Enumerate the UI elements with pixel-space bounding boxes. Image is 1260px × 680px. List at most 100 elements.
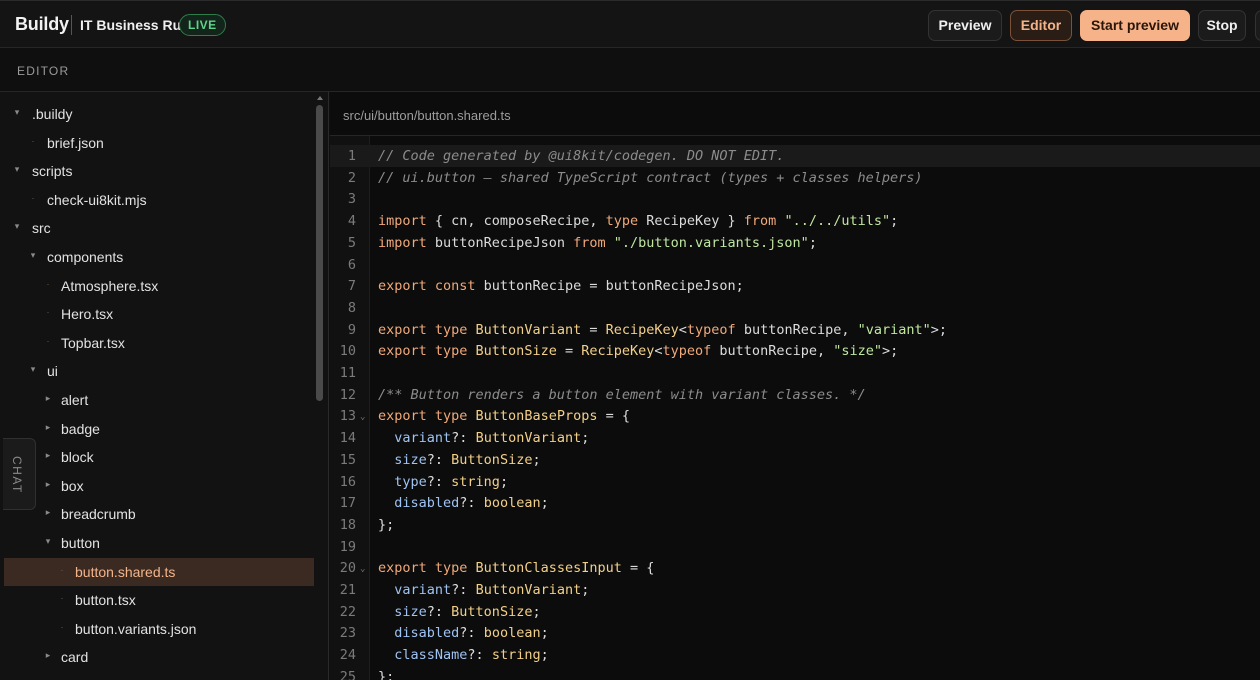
chat-tab[interactable]: CHAT (3, 438, 36, 510)
tree-folder[interactable]: ▾ button (4, 529, 314, 557)
line-number: 1 (347, 148, 356, 164)
preview-button[interactable]: Preview (928, 10, 1002, 41)
tree-item-label: block (61, 449, 94, 466)
code-token: "variant" (857, 321, 931, 338)
tree-folder[interactable]: ▾ components (4, 243, 314, 271)
code-line[interactable]: 4 import { cn, composeRecipe, type Recipe… (330, 210, 1260, 232)
caret-down-icon[interactable]: ▾ (12, 107, 22, 118)
code-line[interactable]: 22 size?: ButtonSize; (330, 601, 1260, 623)
tree-folder[interactable]: ▸ breadcrumb (4, 500, 314, 528)
scrollbar-thumb[interactable] (316, 105, 323, 401)
tree-file[interactable]: · button.variants.json (4, 615, 314, 643)
code-line[interactable]: 1 // Code generated by @ui8kit/codegen. D… (330, 145, 1260, 167)
tree-file[interactable]: · Topbar.tsx (4, 329, 314, 357)
caret-down-icon[interactable]: ▾ (28, 364, 38, 375)
tree-folder[interactable]: ▸ badge (4, 415, 314, 443)
line-number: 14 (339, 430, 356, 447)
code-line[interactable]: 15 size?: ButtonSize; (330, 449, 1260, 471)
caret-right-icon[interactable]: ▸ (43, 393, 53, 404)
line-number: 13 (339, 408, 356, 425)
caret-right-icon[interactable]: ▸ (43, 479, 53, 490)
caret-right-icon[interactable]: ▸ (43, 450, 53, 461)
code-token: ?: (426, 603, 452, 620)
code-line[interactable]: 6 (330, 254, 1260, 276)
line-number: 24 (339, 647, 356, 664)
code-token: ?: (459, 495, 484, 512)
tree-folder[interactable]: ▾ scripts (4, 157, 314, 185)
tree-file[interactable]: · Atmosphere.tsx (4, 272, 314, 300)
line-number: 11 (339, 365, 356, 381)
code-token: = (581, 321, 606, 338)
brand-logo[interactable]: Buildy (15, 14, 69, 35)
code-token: from (573, 234, 606, 251)
dot-icon: · (31, 135, 35, 146)
tree-file[interactable]: · check-ui8kit.mjs (4, 186, 314, 214)
line-number: 9 (347, 321, 356, 338)
scroll-up-icon[interactable] (317, 96, 323, 100)
code-token: ButtonVariant (475, 582, 582, 598)
code-line[interactable]: 9 export type ButtonVariant = RecipeKey<t… (330, 319, 1260, 341)
status-badge: LIVE (179, 14, 226, 36)
code-editor[interactable]: src/ui/button/button.shared.ts 1 // Code … (330, 92, 1260, 680)
code-token: export type (378, 408, 468, 425)
tree-folder[interactable]: ▸ box (4, 472, 314, 500)
code-text: size?: ButtonSize; (378, 449, 540, 471)
file-tree-scrollbar[interactable] (315, 94, 325, 680)
code-line[interactable]: 10 export type ButtonSize = RecipeKey<typ… (330, 340, 1260, 362)
code-line[interactable]: 20 ⌄ export type ButtonClassesInput = { (330, 557, 1260, 579)
caret-down-icon[interactable]: ▾ (28, 250, 38, 261)
caret-down-icon[interactable]: ▾ (12, 221, 22, 232)
tree-folder[interactable]: ▾ src (4, 214, 314, 242)
caret-down-icon[interactable]: ▾ (43, 536, 53, 547)
code-line[interactable]: 21 variant?: ButtonVariant; (330, 579, 1260, 601)
fold-chevron-icon[interactable]: ⌄ (360, 558, 365, 580)
code-token: export type (378, 343, 468, 360)
code-line[interactable]: 19 (330, 536, 1260, 558)
editor-button[interactable]: Editor (1010, 10, 1072, 41)
code-line[interactable]: 16 type?: string; (330, 471, 1260, 493)
code-text: export type ButtonClassesInput = { (378, 557, 654, 579)
code-line[interactable]: 18}; (330, 514, 1260, 536)
tree-folder[interactable]: ▸ alert (4, 386, 314, 414)
code-line[interactable]: 8 (330, 297, 1260, 319)
caret-right-icon[interactable]: ▸ (43, 507, 53, 518)
tree-file[interactable]: · Hero.tsx (4, 300, 314, 328)
caret-down-icon[interactable]: ▾ (12, 164, 22, 175)
tree-file[interactable]: · button.tsx (4, 586, 314, 614)
code-text: // Code generated by @ui8kit/codegen. DO… (378, 145, 784, 167)
start-preview-button[interactable]: Start preview (1080, 10, 1190, 41)
code-line[interactable]: 24 className?: string; (330, 644, 1260, 666)
code-line[interactable]: 13 ⌄ export type ButtonBaseProps = { (330, 405, 1260, 427)
code-line[interactable]: 12 /** Button renders a button element wi… (330, 384, 1260, 406)
tree-file[interactable]: · button.shared.ts (4, 557, 314, 586)
code-line[interactable]: 14 variant?: ButtonVariant; (330, 427, 1260, 449)
tree-item-label: scripts (32, 163, 73, 180)
tree-folder[interactable]: ▾ ui (4, 357, 314, 385)
code-token: "size" (833, 343, 882, 360)
code-line[interactable]: 11 (330, 362, 1260, 384)
code-line[interactable]: 7 export const buttonRecipe = buttonRecip… (330, 275, 1260, 297)
tree-folder[interactable]: ▾ .buildy (4, 100, 314, 128)
fold-chevron-icon[interactable]: ⌄ (360, 406, 365, 428)
code-line[interactable]: 17 disabled?: boolean; (330, 492, 1260, 514)
code-line[interactable]: 23 disabled?: boolean; (330, 622, 1260, 644)
code-line[interactable]: 25}; (330, 666, 1260, 680)
caret-right-icon[interactable]: ▸ (43, 650, 53, 661)
code-token: boolean (483, 625, 541, 642)
code-token: = { (621, 560, 655, 577)
tree-folder[interactable]: ▸ block (4, 443, 314, 471)
code-line[interactable]: 3 (330, 188, 1260, 210)
overflow-button[interactable] (1255, 10, 1260, 41)
code-token: size (394, 603, 427, 620)
code-token: }; (378, 516, 395, 533)
code-line[interactable]: 5 import buttonRecipeJson from "./button.… (330, 232, 1260, 254)
line-number: 17 (339, 495, 356, 512)
stop-button[interactable]: Stop (1198, 10, 1246, 41)
caret-right-icon[interactable]: ▸ (43, 422, 53, 433)
tree-file[interactable]: · brief.json (4, 129, 314, 157)
tree-folder[interactable]: ▸ card (4, 643, 314, 671)
code-token: ; (540, 625, 549, 642)
code-line[interactable]: 2 // ui.button — shared TypeScript contra… (330, 167, 1260, 189)
